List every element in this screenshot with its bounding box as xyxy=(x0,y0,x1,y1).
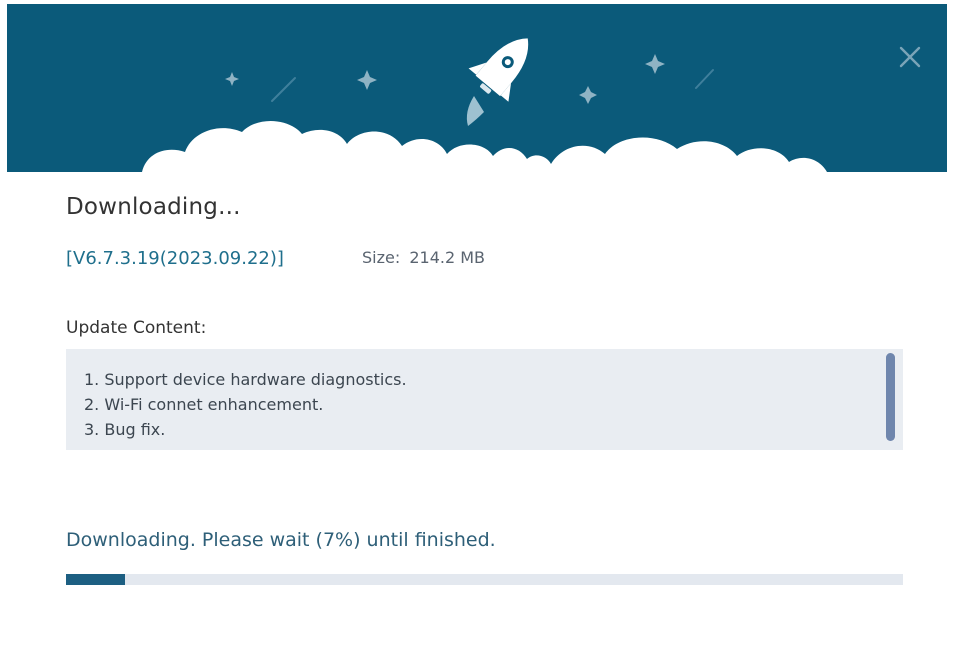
close-icon xyxy=(899,46,921,68)
progress-fill xyxy=(66,574,125,585)
update-item: 2. Wi-Fi connet enhancement. xyxy=(84,395,324,414)
progress-bar xyxy=(66,574,903,585)
dialog-title: Downloading... xyxy=(66,194,241,220)
update-item: 3. Bug fix. xyxy=(84,420,166,439)
close-button[interactable] xyxy=(895,42,925,72)
update-dialog: Downloading... [V6.7.3.19(2023.09.22)] S… xyxy=(7,4,947,640)
header-banner xyxy=(7,4,947,184)
version-link[interactable]: [V6.7.3.19(2023.09.22)] xyxy=(66,248,284,269)
update-item: 1. Support device hardware diagnostics. xyxy=(84,370,407,389)
scrollbar-thumb[interactable] xyxy=(886,353,895,441)
size-value: 214.2 MB xyxy=(409,248,485,267)
file-size: Size: 214.2 MB xyxy=(362,248,485,267)
update-content-box[interactable]: 1. Support device hardware diagnostics. … xyxy=(66,349,903,450)
banner-illustration xyxy=(7,4,947,184)
size-label: Size: xyxy=(362,248,401,267)
download-status: Downloading. Please wait (7%) until fini… xyxy=(66,529,496,551)
update-content-label: Update Content: xyxy=(66,318,207,338)
